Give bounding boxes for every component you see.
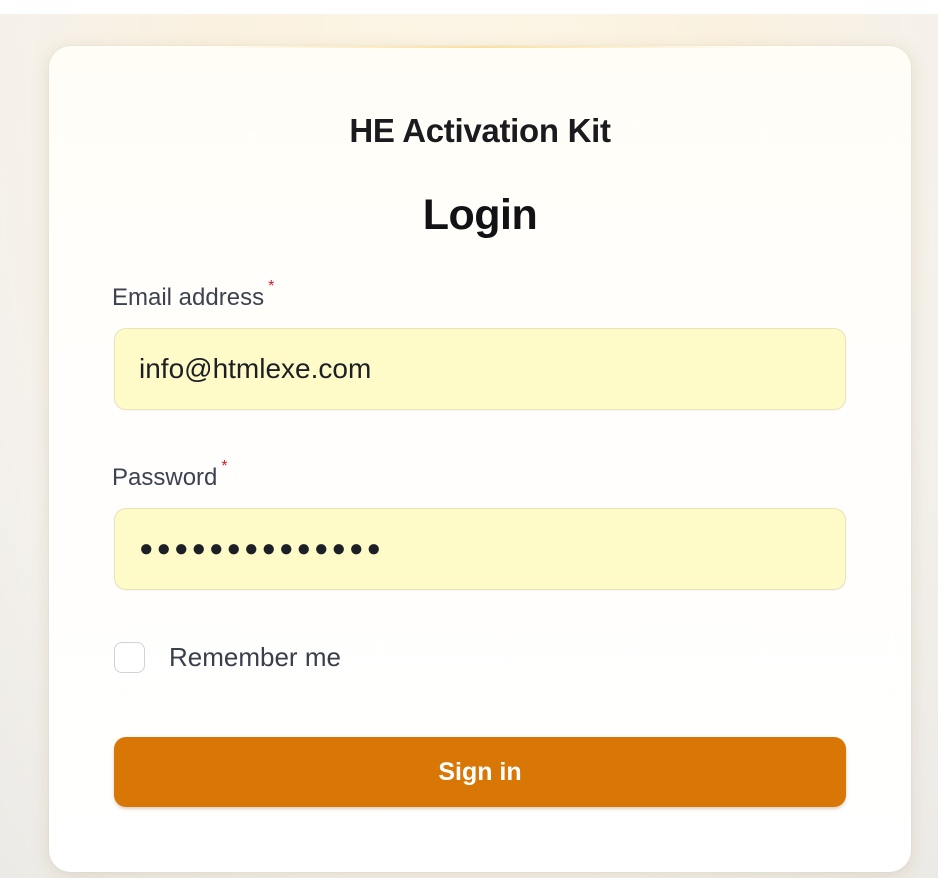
password-field-value: ●●●●●●●●●●●●●●: [139, 535, 384, 562]
card-accent-line: [209, 46, 751, 48]
email-field[interactable]: info@htmlexe.com: [114, 328, 846, 410]
login-card: HE Activation Kit Login Email address * i…: [49, 46, 911, 872]
email-label: Email address *: [112, 278, 274, 312]
password-required-marker: *: [221, 458, 228, 475]
password-label: Password *: [112, 458, 228, 492]
remember-me-label[interactable]: Remember me: [169, 642, 341, 673]
app-title: HE Activation Kit: [349, 112, 611, 149]
email-required-marker: *: [268, 278, 275, 295]
page-top-strip: [0, 0, 938, 14]
email-label-text: Email address: [112, 284, 265, 311]
password-label-text: Password: [112, 464, 218, 491]
sign-in-button[interactable]: Sign in: [114, 737, 846, 807]
email-field-value: info@htmlexe.com: [139, 353, 372, 384]
remember-me-checkbox[interactable]: [114, 642, 145, 673]
page-title: Login: [422, 191, 538, 239]
password-field[interactable]: ●●●●●●●●●●●●●●: [114, 508, 846, 590]
